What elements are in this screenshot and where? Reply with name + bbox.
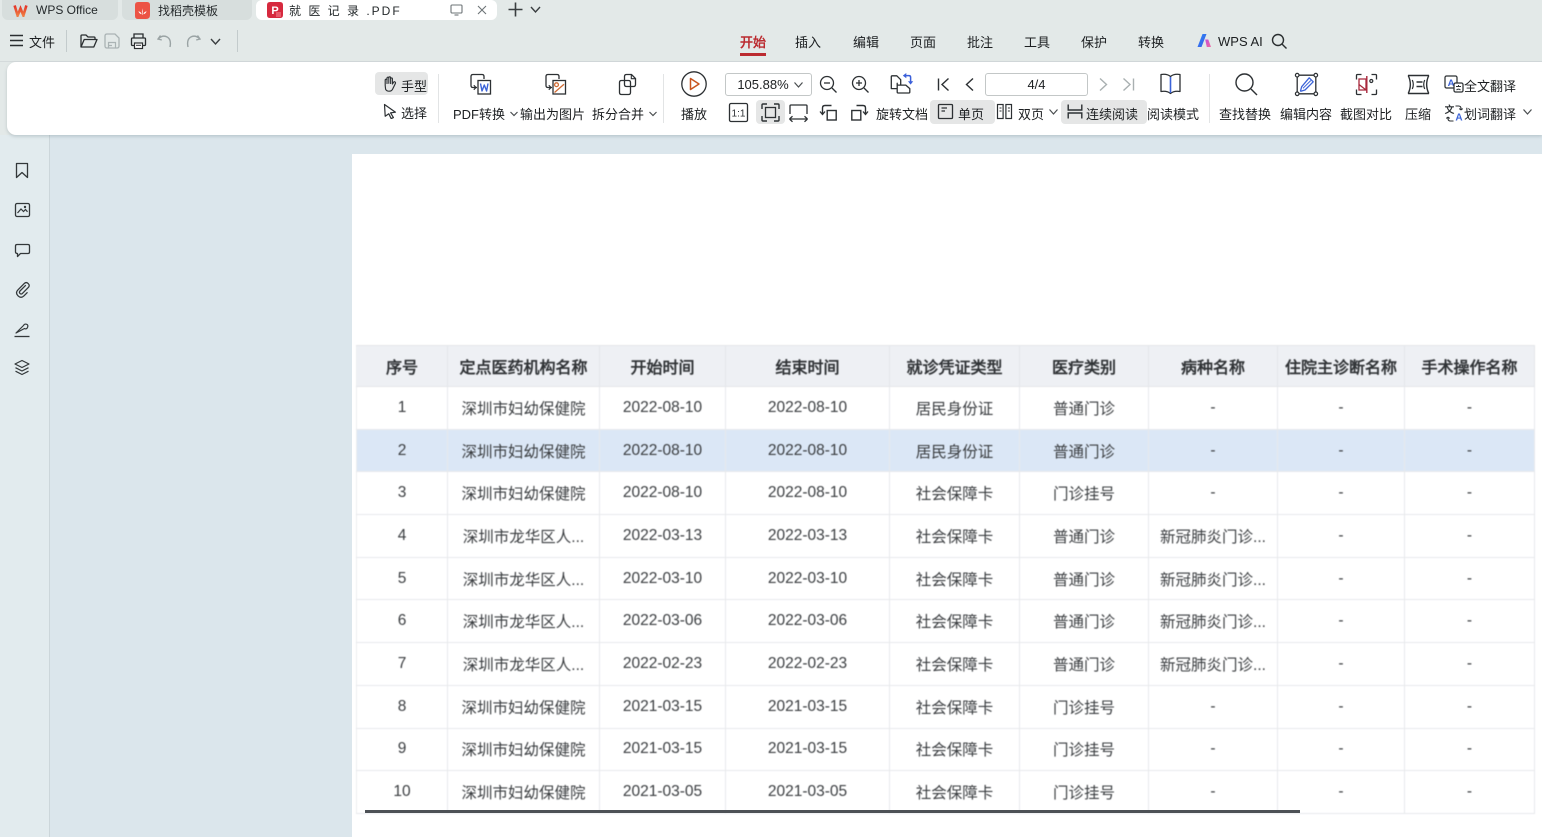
svg-text:文: 文 <box>1444 104 1455 116</box>
svg-text:P: P <box>271 5 278 17</box>
svg-text:1:1: 1:1 <box>732 109 746 120</box>
svg-text:A: A <box>1455 113 1462 124</box>
